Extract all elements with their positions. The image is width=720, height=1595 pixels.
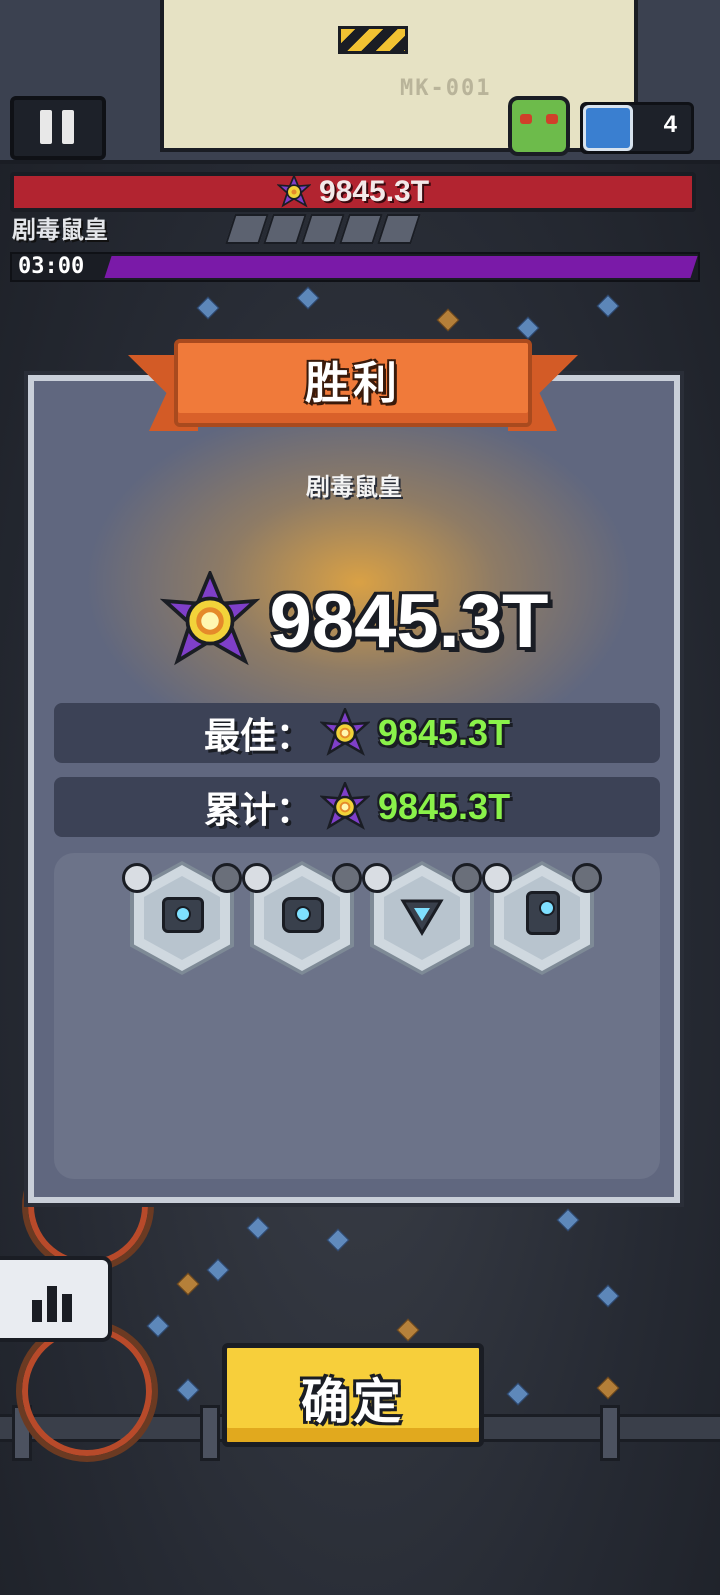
result-boss-name: 剧毒鼠皇 <box>306 474 402 501</box>
upgrade-badge-icon <box>362 863 392 893</box>
status-effect-icon <box>301 214 345 244</box>
confirm-label: 确定 <box>300 1376 405 1429</box>
pause-button[interactable] <box>10 96 106 160</box>
background-post <box>200 1405 220 1461</box>
victory-banner: 胜利 <box>128 335 578 437</box>
boss-hp-bar: 9845.3T <box>10 172 696 212</box>
boss-name-label: 剧毒鼠皇 <box>12 217 108 244</box>
arc-badge-icon <box>332 863 362 893</box>
shield-badge-icon <box>242 863 272 893</box>
timer-text: 03:00 <box>18 254 85 279</box>
best-label: 最佳： <box>203 715 312 756</box>
hud-top: MK-001 4 <box>0 0 720 164</box>
timer-bar: 03:00 <box>10 252 700 282</box>
damage-star-icon <box>319 708 370 756</box>
background-post <box>600 1405 620 1461</box>
status-effect-icon <box>377 214 421 244</box>
boss-portrait-icon <box>508 96 570 156</box>
bar-chart-icon <box>32 1300 42 1322</box>
item-count: 4 <box>663 111 677 138</box>
equipment-slot[interactable] <box>482 861 602 975</box>
bar-chart-icon <box>47 1286 57 1322</box>
laser-turret-icon <box>162 897 204 933</box>
panel-glow <box>84 401 634 731</box>
damage-star-icon <box>159 571 260 666</box>
triangle-emitter-icon <box>400 899 444 936</box>
chest-icon <box>583 105 633 151</box>
bar-chart-icon <box>62 1294 72 1322</box>
spring-badge-icon <box>212 863 242 893</box>
building-code: MK-001 <box>400 76 492 101</box>
confirm-button[interactable]: 确定 <box>222 1343 484 1447</box>
status-effect-icon <box>339 214 383 244</box>
status-effect-icon <box>225 214 269 244</box>
equipment-slot[interactable] <box>242 861 362 975</box>
item-counter[interactable]: 4 <box>580 102 694 154</box>
total-damage-value: 9845.3T <box>269 578 549 664</box>
best-damage-row: 最佳： 9845.3T <box>54 703 660 763</box>
bottle-badge-icon <box>452 863 482 893</box>
damage-star-icon <box>319 782 370 830</box>
best-value: 9845.3T <box>377 712 511 753</box>
boss-hp-value: 9845.3T <box>318 175 430 208</box>
cumulative-damage-row: 累计： 9845.3T <box>54 777 660 837</box>
damage-star-icon <box>276 175 311 208</box>
equipment-list <box>54 853 660 1179</box>
total-label: 累计： <box>203 789 312 830</box>
victory-panel: 剧毒鼠皇 9845.3T 最佳： 9845.3T 累计： 9845.3T <box>28 375 680 1203</box>
upgrade-badge-icon <box>482 863 512 893</box>
total-value: 9845.3T <box>377 786 511 827</box>
coil-badge-icon <box>572 863 602 893</box>
status-effects <box>225 214 421 244</box>
total-damage: 9845.3T <box>34 571 674 671</box>
hazard-sign <box>338 26 408 54</box>
camera-turret-icon <box>282 897 324 933</box>
battery-device-icon <box>526 891 560 935</box>
stats-button[interactable] <box>0 1256 112 1342</box>
victory-title: 胜利 <box>305 359 401 408</box>
equipment-slot[interactable] <box>122 861 242 975</box>
upgrade-badge-icon <box>122 863 152 893</box>
timer-fill <box>104 256 698 278</box>
status-effect-icon <box>263 214 307 244</box>
equipment-slot[interactable] <box>362 861 482 975</box>
